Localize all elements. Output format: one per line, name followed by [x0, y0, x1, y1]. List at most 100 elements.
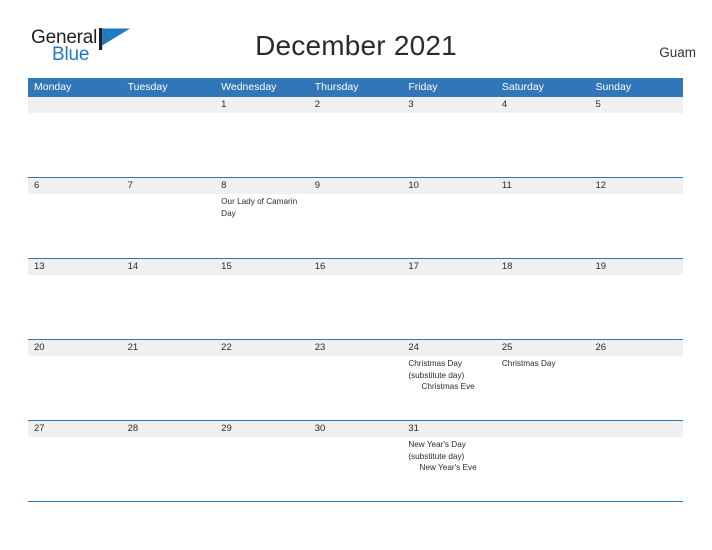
day-cell[interactable]: [496, 194, 590, 258]
day-number[interactable]: 30: [309, 421, 403, 437]
day-cell[interactable]: [215, 356, 309, 420]
day-number[interactable]: 10: [402, 178, 496, 194]
day-number[interactable]: 16: [309, 259, 403, 275]
day-number[interactable]: 14: [122, 259, 216, 275]
calendar-grid: Monday Tuesday Wednesday Thursday Friday…: [28, 78, 683, 502]
day-cell[interactable]: [28, 113, 122, 177]
day-number[interactable]: 3: [402, 97, 496, 113]
weekday-header-sunday: Sunday: [595, 81, 632, 93]
day-number[interactable]: 17: [402, 259, 496, 275]
day-cell[interactable]: [589, 194, 683, 258]
day-number[interactable]: 9: [309, 178, 403, 194]
day-cell[interactable]: [28, 437, 122, 501]
day-number[interactable]: 12: [589, 178, 683, 194]
week-body-row: [28, 113, 683, 177]
day-number[interactable]: 1: [215, 97, 309, 113]
event-label: Christmas Day (substitute day): [408, 359, 465, 380]
day-number[interactable]: 11: [496, 178, 590, 194]
day-cell[interactable]: Our Lady of Camarin Day: [215, 194, 309, 258]
event-label: Christmas Eve: [421, 382, 475, 391]
week-body-row: Christmas Day (substitute day) Christmas …: [28, 356, 683, 420]
day-cell[interactable]: [402, 113, 496, 177]
day-number[interactable]: 7: [122, 178, 216, 194]
location-label: Guam: [659, 45, 696, 60]
day-cell[interactable]: [589, 275, 683, 339]
calendar-week-row: 12345: [28, 97, 683, 177]
day-cell[interactable]: [215, 275, 309, 339]
day-cell[interactable]: [309, 437, 403, 501]
weekday-header-tuesday: Tuesday: [127, 81, 168, 93]
day-number[interactable]: 4: [496, 97, 590, 113]
day-number[interactable]: 15: [215, 259, 309, 275]
day-cell[interactable]: [309, 356, 403, 420]
day-number[interactable]: 29: [215, 421, 309, 437]
day-cell[interactable]: Christmas Day (substitute day) Christmas …: [402, 356, 496, 420]
week-date-strip: 13 14 15 16 17 18 19: [28, 259, 683, 275]
day-number[interactable]: 31: [402, 421, 496, 437]
day-cell[interactable]: [28, 356, 122, 420]
week-body-row: [28, 275, 683, 339]
week-date-strip: 6 7 8 9 10 11 12: [28, 178, 683, 194]
day-number[interactable]: 20: [28, 340, 122, 356]
day-cell[interactable]: [215, 437, 309, 501]
day-number: [496, 421, 590, 437]
day-cell[interactable]: [402, 275, 496, 339]
weekday-header-monday: Monday: [34, 81, 72, 93]
page-title: December 2021: [255, 30, 457, 61]
day-number[interactable]: 18: [496, 259, 590, 275]
event-label: Our Lady of Camarin Day: [221, 197, 298, 218]
calendar-bottom-rule: [28, 501, 683, 502]
day-number[interactable]: 26: [589, 340, 683, 356]
day-cell[interactable]: [496, 113, 590, 177]
day-number[interactable]: 6: [28, 178, 122, 194]
calendar-week-row: 6 7 8 9 10 11 12 Our Lady of Camarin Day: [28, 177, 683, 258]
day-cell[interactable]: [122, 356, 216, 420]
day-cell[interactable]: [122, 194, 216, 258]
week-date-strip: 20 21 22 23 24 25 26: [28, 340, 683, 356]
calendar-weeks: 1 2 3 4 5 6 7 8 9 10 11 12 Our Lady of Camarin Day 13…: [28, 97, 683, 501]
day-cell[interactable]: [28, 194, 122, 258]
page-header: General Blue December 2021 Guam: [0, 0, 712, 65]
day-number[interactable]: 2: [309, 97, 403, 113]
day-cell[interactable]: [309, 113, 403, 177]
day-number: [28, 97, 122, 113]
day-number[interactable]: 27: [28, 421, 122, 437]
day-number[interactable]: 8: [215, 178, 309, 194]
day-cell[interactable]: [589, 437, 683, 501]
day-cell[interactable]: [122, 275, 216, 339]
day-number[interactable]: 13: [28, 259, 122, 275]
weekday-header-row: Monday Tuesday Wednesday Thursday Friday…: [28, 78, 683, 97]
day-cell[interactable]: [122, 437, 216, 501]
calendar-week-row: 13 14 15 16 17 18 19: [28, 258, 683, 339]
day-cell[interactable]: Christmas Day: [496, 356, 590, 420]
day-cell[interactable]: [402, 194, 496, 258]
day-number[interactable]: 21: [122, 340, 216, 356]
day-number[interactable]: 28: [122, 421, 216, 437]
day-cell[interactable]: [309, 275, 403, 339]
week-body-row: New Year's Day (substitute day) New Year'…: [28, 437, 683, 501]
day-number: [122, 97, 216, 113]
day-cell[interactable]: [589, 113, 683, 177]
day-number[interactable]: 24: [402, 340, 496, 356]
event-label: New Year's Day (substitute day): [408, 440, 466, 461]
day-cell[interactable]: [215, 113, 309, 177]
day-number[interactable]: 5: [589, 97, 683, 113]
day-number: [589, 421, 683, 437]
day-cell[interactable]: [496, 275, 590, 339]
event-label: New Year's Eve: [419, 463, 477, 472]
weekday-header-thursday: Thursday: [314, 81, 359, 93]
day-cell[interactable]: [122, 113, 216, 177]
week-body-row: Our Lady of Camarin Day: [28, 194, 683, 258]
week-date-strip: 27 28 29 30 31: [28, 421, 683, 437]
day-cell[interactable]: New Year's Day (substitute day) New Year'…: [402, 437, 496, 501]
day-number[interactable]: 25: [496, 340, 590, 356]
day-cell[interactable]: [496, 437, 590, 501]
event-label: Christmas Day: [501, 359, 556, 368]
day-number[interactable]: 23: [309, 340, 403, 356]
day-cell[interactable]: [309, 194, 403, 258]
day-number[interactable]: 19: [589, 259, 683, 275]
weekday-header-friday: Friday: [408, 81, 438, 93]
day-number[interactable]: 22: [215, 340, 309, 356]
day-cell[interactable]: [589, 356, 683, 420]
day-cell[interactable]: [28, 275, 122, 339]
